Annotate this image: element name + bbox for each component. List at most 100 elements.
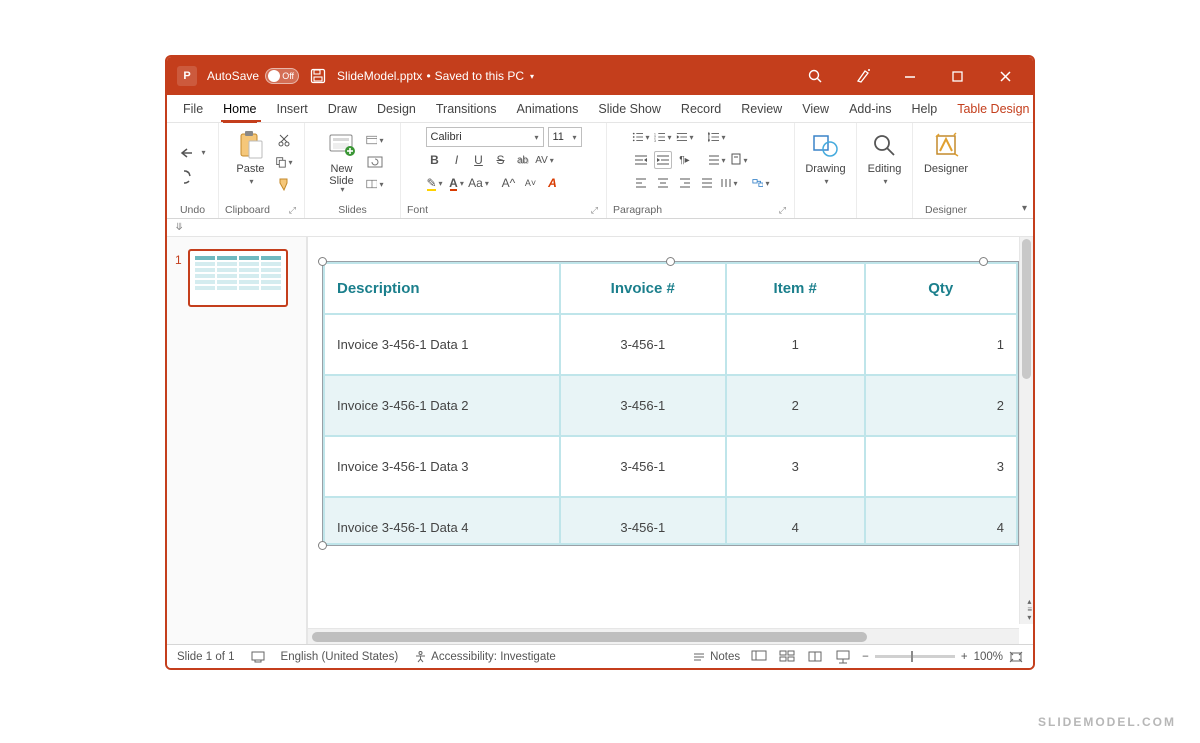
numbering-button[interactable]: 123▾ bbox=[654, 128, 672, 146]
zoom-out-button[interactable]: − bbox=[862, 651, 869, 663]
resize-handle[interactable] bbox=[318, 257, 327, 266]
tab-design[interactable]: Design bbox=[369, 95, 424, 122]
reset-button[interactable] bbox=[366, 153, 384, 171]
align-center-button[interactable] bbox=[654, 174, 672, 192]
undo-button[interactable]: ▾ bbox=[179, 144, 207, 162]
bold-button[interactable]: B bbox=[426, 151, 444, 169]
align-text-button[interactable]: ▾ bbox=[708, 151, 726, 169]
bullets-button[interactable]: ▾ bbox=[632, 128, 650, 146]
line-spacing-button[interactable]: ▾ bbox=[708, 128, 726, 146]
thumbnail-panel[interactable]: 1 bbox=[167, 237, 307, 644]
new-slide-button[interactable]: New Slide ▾ bbox=[322, 127, 362, 196]
cut-button[interactable] bbox=[275, 131, 293, 149]
indent-button[interactable]: ▾ bbox=[676, 128, 694, 146]
table-row[interactable]: Invoice 3-456-1 Data 2 3-456-1 2 2 bbox=[324, 375, 1017, 436]
tab-insert[interactable]: Insert bbox=[269, 95, 316, 122]
shadow-button[interactable]: ab bbox=[514, 151, 532, 169]
align-left-button[interactable] bbox=[632, 174, 650, 192]
notes-icon[interactable] bbox=[251, 651, 265, 663]
zoom-in-button[interactable]: + bbox=[961, 651, 968, 663]
layout-button[interactable]: ▾ bbox=[366, 131, 384, 149]
data-table[interactable]: Description Invoice # Item # Qty Invoice… bbox=[323, 262, 1018, 545]
paragraph-launcher[interactable]: ⤢ bbox=[779, 205, 788, 216]
zoom-control[interactable]: − + 100% bbox=[862, 651, 1023, 663]
tab-slideshow[interactable]: Slide Show bbox=[590, 95, 669, 122]
grow-font-button[interactable]: A^ bbox=[500, 174, 518, 192]
font-name-select[interactable]: Calibri▾ bbox=[426, 127, 544, 147]
resize-handle[interactable] bbox=[318, 541, 327, 550]
save-icon[interactable] bbox=[309, 67, 327, 85]
italic-button[interactable]: I bbox=[448, 151, 466, 169]
font-size-select[interactable]: 11▾ bbox=[548, 127, 582, 147]
pin-icon[interactable]: ⤋ bbox=[175, 222, 183, 233]
highlight-button[interactable]: ✎▾ bbox=[426, 174, 444, 192]
paste-button[interactable]: Paste▾ bbox=[231, 127, 271, 189]
tab-help[interactable]: Help bbox=[903, 95, 945, 122]
clear-format-button[interactable]: A bbox=[544, 174, 562, 192]
shrink-font-button[interactable]: A˅ bbox=[522, 174, 540, 192]
smartart-button[interactable]: ▾ bbox=[752, 174, 770, 192]
increase-indent-button[interactable] bbox=[654, 151, 672, 169]
minimize-button[interactable] bbox=[903, 69, 923, 83]
slide-canvas[interactable]: Description Invoice # Item # Qty Invoice… bbox=[307, 237, 1033, 644]
selected-table-frame[interactable]: Description Invoice # Item # Qty Invoice… bbox=[322, 261, 1019, 546]
search-icon[interactable] bbox=[807, 68, 827, 84]
justify-button[interactable] bbox=[698, 174, 716, 192]
section-button[interactable]: ▾ bbox=[366, 175, 384, 193]
language-status[interactable]: English (United States) bbox=[281, 651, 399, 663]
zoom-slider[interactable] bbox=[875, 655, 955, 658]
collapse-ribbon-button[interactable]: ▾ bbox=[1022, 203, 1027, 214]
vertical-scroll-thumb[interactable] bbox=[1022, 239, 1031, 379]
maximize-button[interactable] bbox=[951, 70, 971, 83]
autosave-toggle[interactable]: AutoSave Off bbox=[207, 68, 299, 84]
redo-button[interactable] bbox=[179, 168, 207, 186]
slideshow-view-button[interactable] bbox=[834, 649, 852, 665]
char-spacing-button[interactable]: AV▾ bbox=[536, 151, 554, 169]
resize-handle[interactable] bbox=[666, 257, 675, 266]
table-row[interactable]: Invoice 3-456-1 Data 3 3-456-1 3 3 bbox=[324, 436, 1017, 497]
tab-review[interactable]: Review bbox=[733, 95, 790, 122]
decrease-indent-button[interactable] bbox=[632, 151, 650, 169]
normal-view-button[interactable] bbox=[750, 649, 768, 665]
designer-button[interactable]: Designer bbox=[920, 127, 972, 177]
sorter-view-button[interactable] bbox=[778, 649, 796, 665]
tab-animations[interactable]: Animations bbox=[509, 95, 587, 122]
horizontal-scrollbar[interactable] bbox=[308, 628, 1019, 644]
table-row[interactable]: Invoice 3-456-1 Data 1 3-456-1 1 1 bbox=[324, 314, 1017, 375]
tab-transitions[interactable]: Transitions bbox=[428, 95, 505, 122]
copy-button[interactable]: ▾ bbox=[275, 153, 293, 171]
slide-nav-arrows[interactable]: ▴≡▾ bbox=[1027, 598, 1032, 622]
change-case-button[interactable]: Aa▾ bbox=[470, 174, 488, 192]
fit-window-button[interactable] bbox=[1009, 651, 1023, 663]
strike-button[interactable]: S bbox=[492, 151, 510, 169]
table-row[interactable]: Invoice 3-456-1 Data 4 3-456-1 4 4 bbox=[324, 497, 1017, 544]
tab-record[interactable]: Record bbox=[673, 95, 729, 122]
underline-button[interactable]: U bbox=[470, 151, 488, 169]
brush-icon[interactable] bbox=[855, 67, 875, 85]
format-painter-button[interactable] bbox=[275, 175, 293, 193]
slide-counter[interactable]: Slide 1 of 1 bbox=[177, 651, 235, 663]
tab-file[interactable]: File bbox=[175, 95, 211, 122]
horizontal-scroll-thumb[interactable] bbox=[312, 632, 867, 642]
tab-draw[interactable]: Draw bbox=[320, 95, 365, 122]
drawing-button[interactable]: Drawing▾ bbox=[801, 127, 849, 189]
font-launcher[interactable]: ⤢ bbox=[591, 205, 600, 216]
notes-toggle[interactable]: Notes bbox=[692, 651, 740, 663]
document-title[interactable]: SlideModel.pptx • Saved to this PC ▾ bbox=[337, 69, 534, 83]
clipboard-launcher[interactable]: ⤢ bbox=[289, 205, 298, 216]
reading-view-button[interactable] bbox=[806, 649, 824, 665]
resize-handle[interactable] bbox=[979, 257, 988, 266]
tab-view[interactable]: View bbox=[794, 95, 837, 122]
zoom-level[interactable]: 100% bbox=[974, 651, 1003, 663]
vertical-scrollbar[interactable]: ▴≡▾ bbox=[1019, 237, 1033, 624]
ltr-button[interactable]: ¶▸ bbox=[676, 151, 694, 169]
editing-button[interactable]: Editing▾ bbox=[864, 127, 906, 189]
text-direction-button[interactable]: ▾ bbox=[730, 151, 748, 169]
tab-addins[interactable]: Add-ins bbox=[841, 95, 899, 122]
align-right-button[interactable] bbox=[676, 174, 694, 192]
accessibility-status[interactable]: Accessibility: Investigate bbox=[414, 650, 556, 663]
close-button[interactable] bbox=[999, 70, 1019, 83]
tab-home[interactable]: Home bbox=[215, 95, 264, 122]
columns-button[interactable]: ▾ bbox=[720, 174, 738, 192]
autosave-switch[interactable]: Off bbox=[265, 68, 299, 84]
